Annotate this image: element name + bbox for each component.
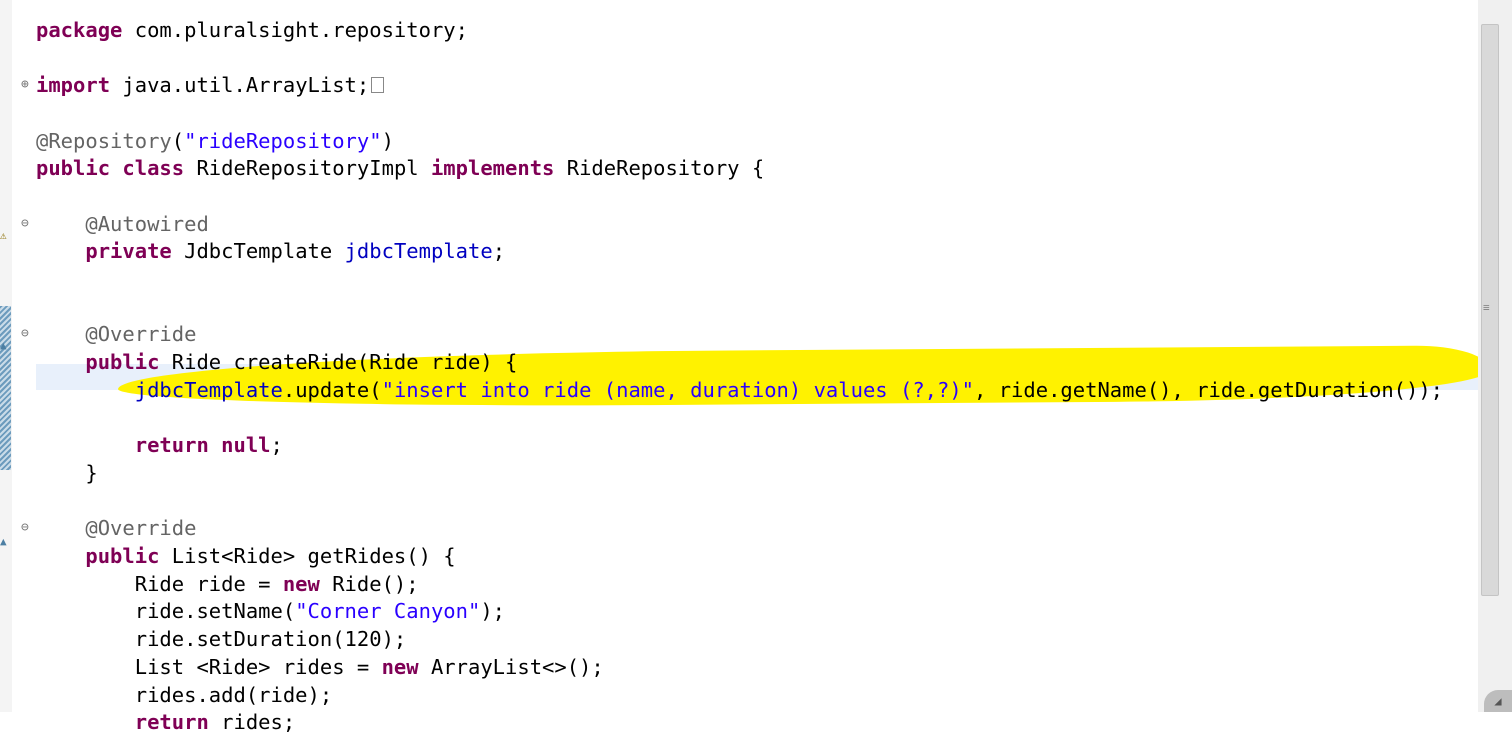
code-line[interactable]: return null; xyxy=(36,431,283,459)
code-area[interactable]: package com.pluralsight.repository; impor… xyxy=(0,0,1478,735)
code-token: class xyxy=(122,156,185,181)
code-token: ; xyxy=(492,239,506,264)
code-token: ; xyxy=(270,433,283,458)
code-token: rides.add(ride); xyxy=(36,682,333,707)
code-line[interactable]: public List<Ride> getRides() { xyxy=(36,542,456,570)
code-line[interactable]: List <Ride> rides = new ArrayList<>(); xyxy=(36,653,604,681)
code-line[interactable]: ride.setName("Corner Canyon"); xyxy=(36,597,505,625)
code-token: Ride ride = xyxy=(36,571,283,596)
code-token: .update( xyxy=(282,377,382,402)
code-editor[interactable]: package com.pluralsight.repository; impor… xyxy=(0,0,1512,735)
code-line-current[interactable]: jdbcTemplate.update("insert into ride (n… xyxy=(36,376,1443,404)
collapse-fold-icon[interactable]: ⊖ xyxy=(21,521,29,535)
code-token: ride.setDuration(120); xyxy=(36,627,407,652)
code-line[interactable]: rides.add(ride); xyxy=(36,681,332,709)
code-line[interactable]: @Override xyxy=(36,514,196,542)
code-token: , ride.getName(), ride.getDuration()); xyxy=(974,377,1444,402)
code-token: List<Ride> getRides() { xyxy=(159,544,456,568)
code-token: ); xyxy=(480,599,506,624)
code-token: jdbcTemplate xyxy=(344,239,493,264)
code-token: public xyxy=(36,156,111,181)
code-token: @Override xyxy=(85,516,197,541)
code-token: package xyxy=(36,17,123,42)
code-token: java.util.ArrayList; xyxy=(110,73,370,98)
code-token: public xyxy=(85,544,160,568)
code-line[interactable]: private JdbcTemplate jdbcTemplate; xyxy=(36,237,505,265)
code-token: @Override xyxy=(85,322,197,347)
code-token: return xyxy=(134,710,209,735)
code-token: List <Ride> rides = xyxy=(36,654,382,679)
code-token: } xyxy=(36,460,98,485)
code-token: "rideRepository" xyxy=(184,128,382,153)
collapse-fold-icon[interactable]: ⊖ xyxy=(21,327,29,341)
code-token: import xyxy=(36,73,111,98)
code-token: private xyxy=(85,239,172,264)
code-line[interactable]: Ride ride = new Ride(); xyxy=(36,570,419,598)
code-token: ) xyxy=(381,128,394,153)
code-token: new xyxy=(381,654,419,679)
code-token: new xyxy=(282,571,320,596)
code-token: implements xyxy=(430,156,555,181)
code-token: ride.setName( xyxy=(36,599,296,624)
code-token: rides; xyxy=(208,710,296,735)
code-token: @Autowired xyxy=(85,211,209,236)
folded-code-icon[interactable] xyxy=(371,77,385,94)
code-token: ArrayList<>(); xyxy=(418,654,604,679)
code-line[interactable]: public Ride createRide(Ride ride) { xyxy=(36,348,517,376)
code-line[interactable]: @Override xyxy=(36,320,196,348)
code-line[interactable]: import java.util.ArrayList; xyxy=(36,71,385,99)
code-token: @Repository xyxy=(36,128,172,153)
code-token: return xyxy=(134,433,209,458)
expand-fold-icon[interactable]: ⊕ xyxy=(21,78,29,92)
code-line[interactable]: @Repository("rideRepository") xyxy=(36,127,394,155)
code-token: null xyxy=(221,433,271,458)
collapse-fold-icon[interactable]: ⊖ xyxy=(21,216,29,231)
code-line[interactable]: package com.pluralsight.repository; xyxy=(36,16,468,44)
code-token: "Corner Canyon" xyxy=(295,599,481,624)
code-line[interactable]: } xyxy=(36,459,98,487)
code-line[interactable]: ride.setDuration(120); xyxy=(36,625,407,653)
scroll-corner-icon: ◢ xyxy=(1484,690,1512,712)
code-token: ( xyxy=(171,128,185,153)
override-marker-icon: ▲ xyxy=(0,339,7,352)
code-token: RideRepository { xyxy=(554,156,765,181)
code-line[interactable]: @Autowired xyxy=(36,210,209,238)
code-token: Ride(); xyxy=(319,571,419,596)
scrollbar-grip-icon: ≡ xyxy=(1483,301,1490,314)
code-token: Ride createRide(Ride ride) { xyxy=(159,350,518,375)
vertical-scrollbar[interactable]: ≡ xyxy=(1478,0,1512,712)
code-token: jdbcTemplate xyxy=(134,377,283,402)
code-line[interactable]: public class RideRepositoryImpl implemen… xyxy=(36,154,764,182)
code-token: RideRepositoryImpl xyxy=(184,156,431,181)
override-marker-icon: ▲ xyxy=(0,535,7,548)
code-token: public xyxy=(85,350,160,375)
code-token: com.pluralsight.repository; xyxy=(122,17,468,42)
warning-icon: ⚠ xyxy=(0,229,7,242)
code-token: "insert into ride (name, duration) value… xyxy=(381,377,975,402)
code-line[interactable]: return rides; xyxy=(36,708,295,736)
code-token: JdbcTemplate xyxy=(171,239,345,264)
